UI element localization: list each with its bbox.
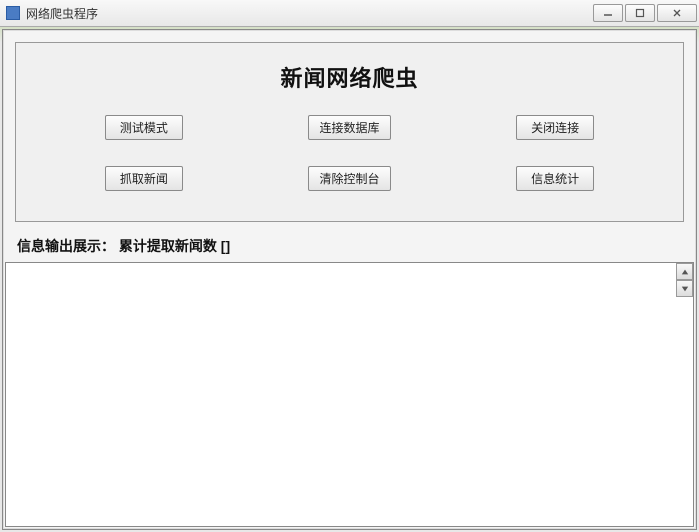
output-textarea[interactable] xyxy=(5,262,694,527)
window-body: 新闻网络爬虫 测试模式 连接数据库 关闭连接 抓取新闻 清除控制台 信息统计 信… xyxy=(2,29,697,530)
fetch-news-button[interactable]: 抓取新闻 xyxy=(105,166,183,191)
close-connection-button[interactable]: 关闭连接 xyxy=(516,115,594,140)
scroll-controls-top xyxy=(676,263,693,297)
output-label-prefix: 信息输出展示： xyxy=(17,238,115,254)
output-count-value: [] xyxy=(221,238,230,254)
connect-db-button[interactable]: 连接数据库 xyxy=(308,115,390,140)
clear-console-button[interactable]: 清除控制台 xyxy=(308,166,390,191)
control-panel: 新闻网络爬虫 测试模式 连接数据库 关闭连接 抓取新闻 清除控制台 信息统计 xyxy=(15,42,684,222)
window-title: 网络爬虫程序 xyxy=(26,5,98,22)
scroll-up-button[interactable] xyxy=(676,263,693,280)
page-title: 新闻网络爬虫 xyxy=(26,61,673,93)
app-icon xyxy=(6,6,20,20)
scroll-down-button[interactable] xyxy=(676,280,693,297)
test-mode-button[interactable]: 测试模式 xyxy=(105,115,183,140)
minimize-button[interactable] xyxy=(593,4,623,22)
output-label: 信息输出展示： 累计提取新闻数 [] xyxy=(3,230,696,260)
stats-button[interactable]: 信息统计 xyxy=(516,166,594,191)
maximize-button[interactable] xyxy=(625,4,655,22)
titlebar: 网络爬虫程序 xyxy=(0,0,699,27)
button-grid: 测试模式 连接数据库 关闭连接 抓取新闻 清除控制台 信息统计 xyxy=(26,115,673,191)
titlebar-left: 网络爬虫程序 xyxy=(6,5,98,22)
close-button[interactable] xyxy=(657,4,697,22)
window-controls xyxy=(591,4,697,22)
output-label-count: 累计提取新闻数 xyxy=(119,238,217,254)
